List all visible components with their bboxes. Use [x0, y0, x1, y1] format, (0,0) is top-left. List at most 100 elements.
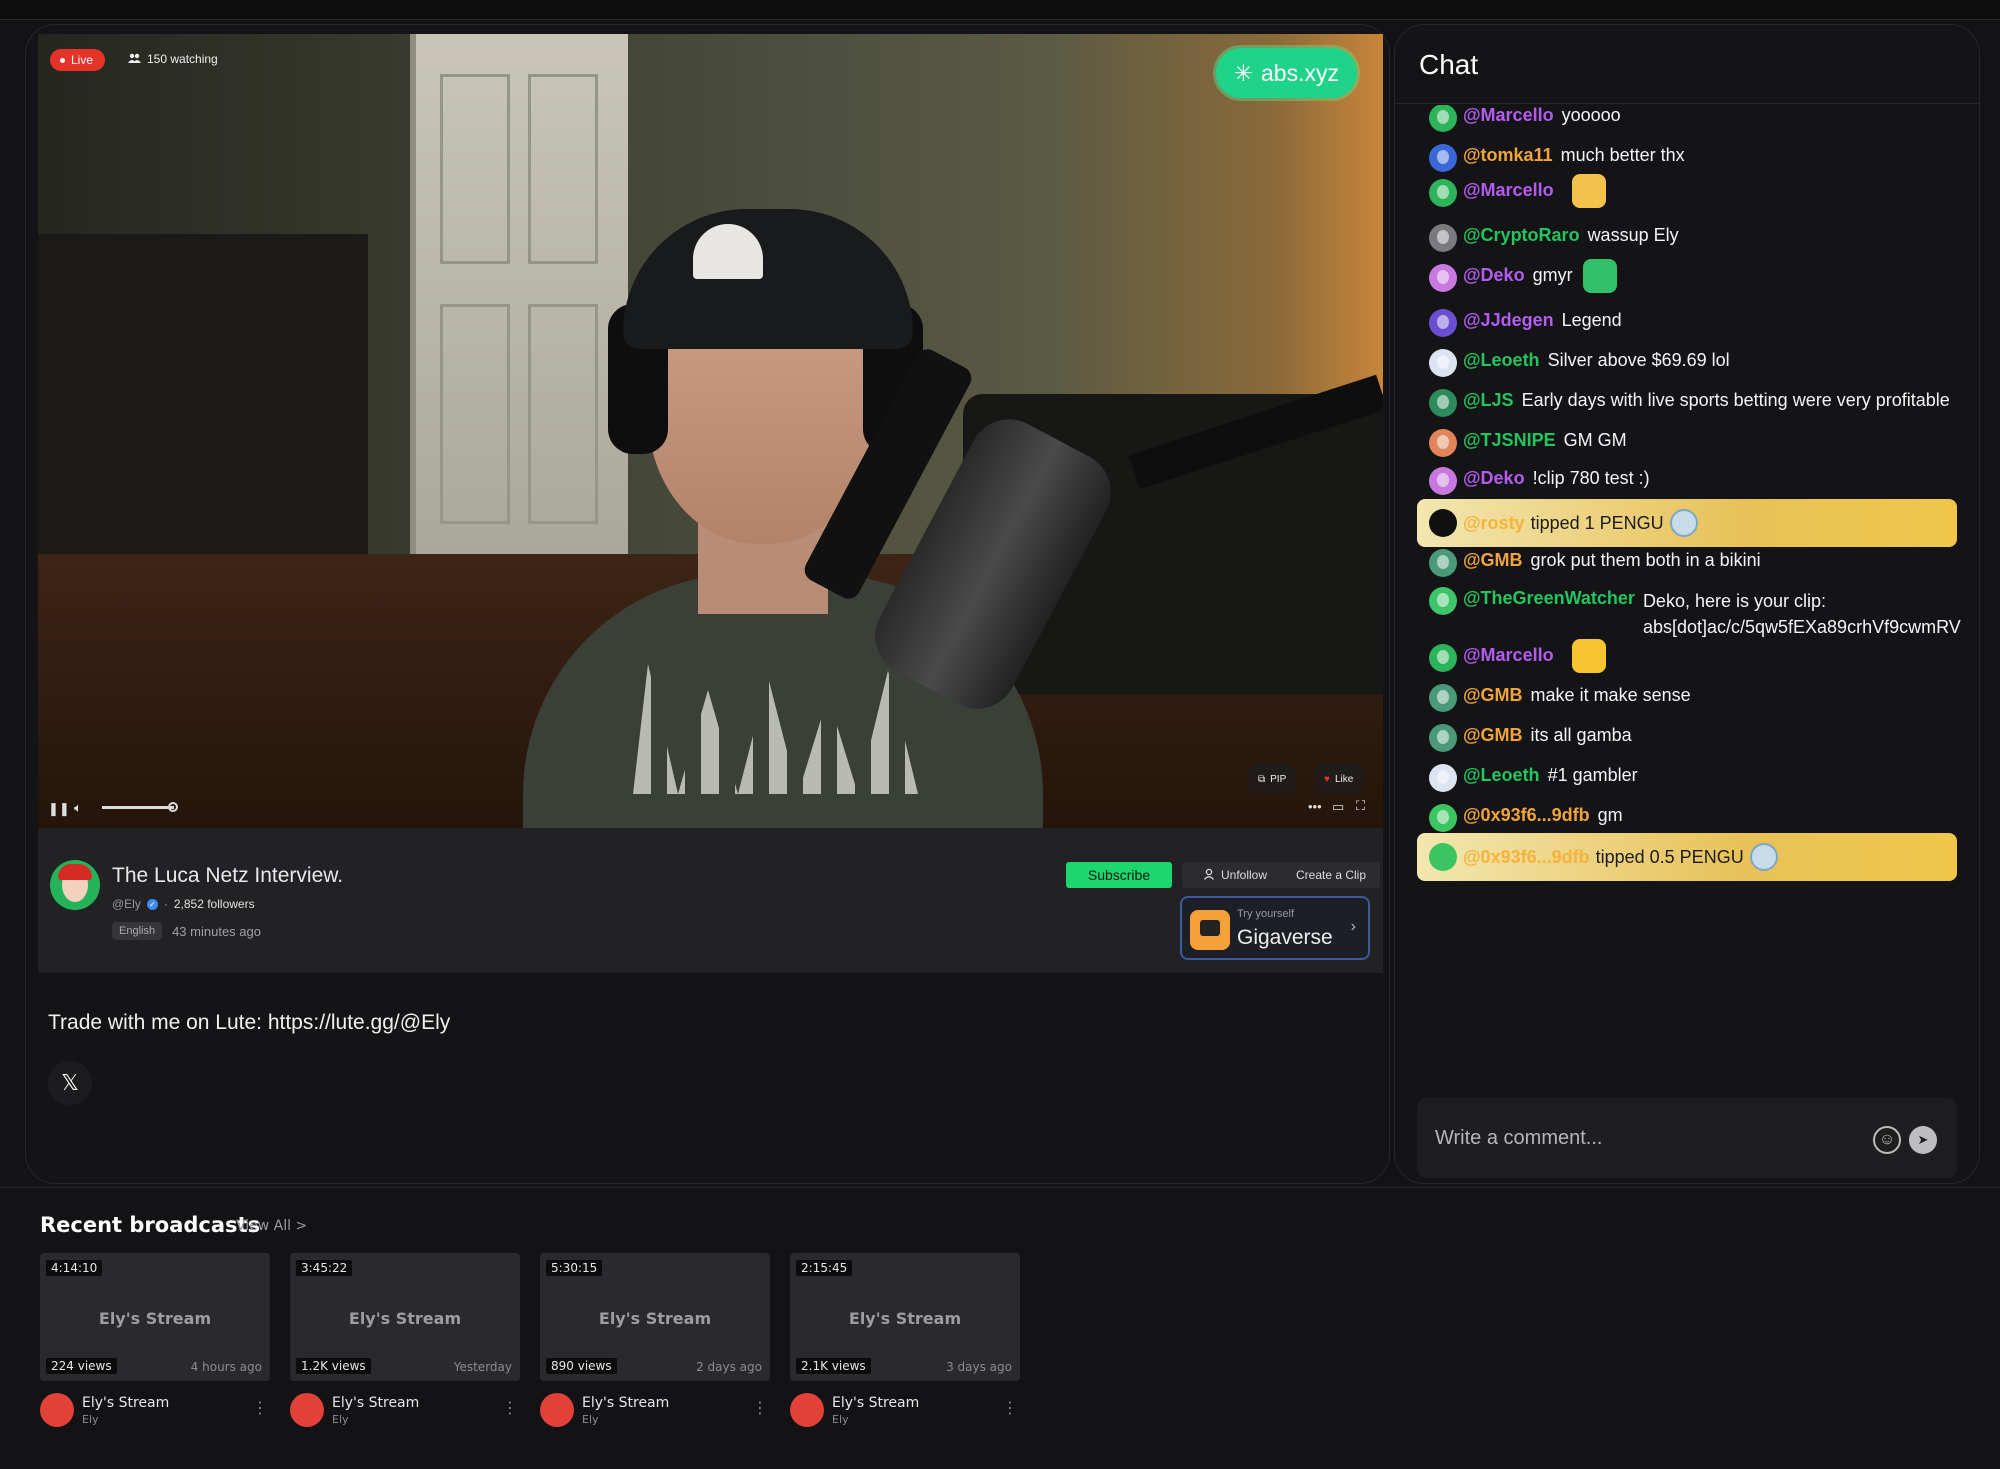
duration-badge: 4:14:10: [46, 1260, 103, 1276]
channel-name[interactable]: Ely: [832, 1413, 849, 1426]
chat-message: @Marcello: [1429, 639, 1606, 673]
top-bar: [0, 0, 2000, 20]
volume-slider[interactable]: [102, 806, 174, 809]
unfollow-button[interactable]: Unfollow: [1182, 862, 1288, 888]
channel-name[interactable]: Ely: [82, 1413, 99, 1426]
chat-user-avatar[interactable]: [1429, 105, 1457, 132]
chat-user-avatar[interactable]: [1429, 644, 1457, 672]
more-vertical-icon[interactable]: ⋮: [1002, 1398, 1018, 1417]
broadcast-card[interactable]: 2:15:45 Ely's Stream 2.1K views 3 days ago E…: [790, 1253, 1020, 1433]
chat-user-avatar[interactable]: [1429, 467, 1457, 495]
chat-user-avatar[interactable]: [1429, 587, 1457, 615]
chat-user-avatar[interactable]: [1429, 724, 1457, 752]
chat-user-avatar[interactable]: [1429, 349, 1457, 377]
channel-name[interactable]: Ely: [332, 1413, 349, 1426]
tip-text: tipped 0.5 PENGU: [1595, 846, 1744, 867]
chat-username[interactable]: @GMB: [1463, 685, 1523, 706]
broadcast-name[interactable]: Ely's Stream: [332, 1395, 419, 1411]
chat-user-avatar[interactable]: [1429, 179, 1457, 207]
chat-message: @TheGreenWatcher Deko, here is your clip:…: [1429, 587, 1963, 640]
chat-username[interactable]: @tomka11: [1463, 145, 1553, 166]
send-icon[interactable]: ➤: [1909, 1126, 1937, 1154]
volume-icon[interactable]: 🔈︎: [74, 800, 82, 816]
broadcast-thumbnail[interactable]: 4:14:10 Ely's Stream 224 views 4 hours ago: [40, 1253, 270, 1381]
chat-user-avatar[interactable]: [1429, 429, 1457, 457]
chat-user-avatar[interactable]: [1429, 309, 1457, 337]
x-social-button[interactable]: 𝕏: [48, 1061, 92, 1105]
chat-username[interactable]: @JJdegen: [1463, 310, 1554, 331]
emoji-icon[interactable]: ☺: [1873, 1126, 1901, 1154]
chat-user-avatar[interactable]: [1429, 764, 1457, 792]
broadcast-name[interactable]: Ely's Stream: [82, 1395, 169, 1411]
chat-username[interactable]: @Deko: [1463, 468, 1525, 489]
fullscreen-icon[interactable]: ⛶: [1356, 798, 1365, 814]
pause-icon[interactable]: ❚❚: [48, 801, 70, 817]
more-vertical-icon[interactable]: ⋮: [252, 1398, 268, 1417]
chat-user-avatar[interactable]: [1429, 843, 1457, 871]
chat-messages[interactable]: @Marcello yooooo @tomka11 much better thx @M…: [1395, 105, 1979, 1105]
chat-username[interactable]: @Leoeth: [1463, 765, 1540, 786]
chat-username[interactable]: @Marcello: [1463, 105, 1554, 126]
create-clip-button[interactable]: Create a Clip: [1282, 862, 1380, 888]
broadcast-card[interactable]: 3:45:22 Ely's Stream 1.2K views Yesterday El…: [290, 1253, 520, 1433]
more-vertical-icon[interactable]: ⋮: [502, 1398, 518, 1417]
broadcast-card[interactable]: 5:30:15 Ely's Stream 890 views 2 days ago El…: [540, 1253, 770, 1433]
abs-xyz-button[interactable]: ✳ abs.xyz: [1215, 48, 1357, 98]
gigaverse-promo[interactable]: Try yourself Gigaverse ›: [1180, 896, 1370, 960]
tip-username[interactable]: @0x93f6...9dfb: [1463, 847, 1590, 868]
view-count: 224 views: [46, 1358, 117, 1374]
asterisk-icon: ✳: [1233, 59, 1254, 86]
channel-avatar[interactable]: [790, 1393, 824, 1427]
verified-icon: ✓: [146, 898, 158, 910]
chat-user-avatar[interactable]: [1429, 549, 1457, 577]
chat-user-avatar[interactable]: [1429, 509, 1457, 537]
chat-username[interactable]: @Leoeth: [1463, 350, 1540, 371]
streamer-handle[interactable]: @Ely: [112, 897, 141, 911]
chat-username[interactable]: @GMB: [1463, 550, 1523, 571]
chat-username[interactable]: @0x93f6...9dfb: [1463, 805, 1590, 826]
chat-message: @Deko !clip 780 test :): [1429, 467, 1650, 495]
broadcast-thumbnail[interactable]: 2:15:45 Ely's Stream 2.1K views 3 days ago: [790, 1253, 1020, 1381]
chat-message: @JJdegen Legend: [1429, 309, 1622, 337]
more-vertical-icon[interactable]: ⋮: [752, 1398, 768, 1417]
chat-username[interactable]: @Deko: [1463, 265, 1525, 286]
broadcast-name[interactable]: Ely's Stream: [582, 1395, 669, 1411]
duration-badge: 5:30:15: [546, 1260, 603, 1276]
chat-user-avatar[interactable]: [1429, 224, 1457, 252]
chat-username[interactable]: @TJSNIPE: [1463, 430, 1556, 451]
chat-text: Deko, here is your clip: abs[dot]ac/c/5q…: [1642, 591, 1961, 637]
chat-username[interactable]: @Marcello: [1463, 645, 1554, 666]
broadcast-thumbnail[interactable]: 5:30:15 Ely's Stream 890 views 2 days ago: [540, 1253, 770, 1381]
chat-username[interactable]: @Marcello: [1463, 180, 1554, 201]
chat-username[interactable]: @CryptoRaro: [1463, 225, 1580, 246]
more-options-icon[interactable]: •••: [1308, 799, 1322, 814]
channel-name[interactable]: Ely: [582, 1413, 599, 1426]
chat-user-avatar[interactable]: [1429, 804, 1457, 832]
chat-username[interactable]: @LJS: [1463, 390, 1514, 411]
channel-avatar[interactable]: [290, 1393, 324, 1427]
comment-input[interactable]: [1435, 1118, 1855, 1158]
chat-username[interactable]: @GMB: [1463, 725, 1523, 746]
broadcast-thumbnail[interactable]: 3:45:22 Ely's Stream 1.2K views Yesterday: [290, 1253, 520, 1381]
tip-username[interactable]: @rosty: [1463, 513, 1525, 534]
view-all-link[interactable]: View All >: [236, 1218, 307, 1234]
channel-avatar[interactable]: [540, 1393, 574, 1427]
live-badge: Live: [50, 49, 106, 71]
chat-user-avatar[interactable]: [1429, 264, 1457, 292]
chat-message: @Marcello: [1429, 174, 1606, 208]
chat-user-avatar[interactable]: [1429, 144, 1457, 172]
volume-slider-handle[interactable]: [168, 802, 178, 812]
broadcast-name[interactable]: Ely's Stream: [832, 1395, 919, 1411]
chat-message: @Marcello yooooo: [1429, 105, 1621, 132]
subscribe-button[interactable]: Subscribe: [1066, 862, 1172, 888]
chat-user-avatar[interactable]: [1429, 684, 1457, 712]
chat-username[interactable]: @TheGreenWatcher: [1463, 588, 1635, 609]
video-player[interactable]: Live 150 watching ✳ abs.xyz ⧉ PIP ♥ Like…: [38, 34, 1383, 829]
chat-message: @tomka11 much better thx: [1429, 144, 1685, 172]
chat-user-avatar[interactable]: [1429, 389, 1457, 417]
cast-icon[interactable]: ▭: [1332, 799, 1344, 815]
streamer-avatar[interactable]: [50, 860, 100, 910]
stream-card: Live 150 watching ✳ abs.xyz ⧉ PIP ♥ Like…: [25, 24, 1390, 1184]
channel-avatar[interactable]: [40, 1393, 74, 1427]
broadcast-card[interactable]: 4:14:10 Ely's Stream 224 views 4 hours ago E…: [40, 1253, 270, 1433]
